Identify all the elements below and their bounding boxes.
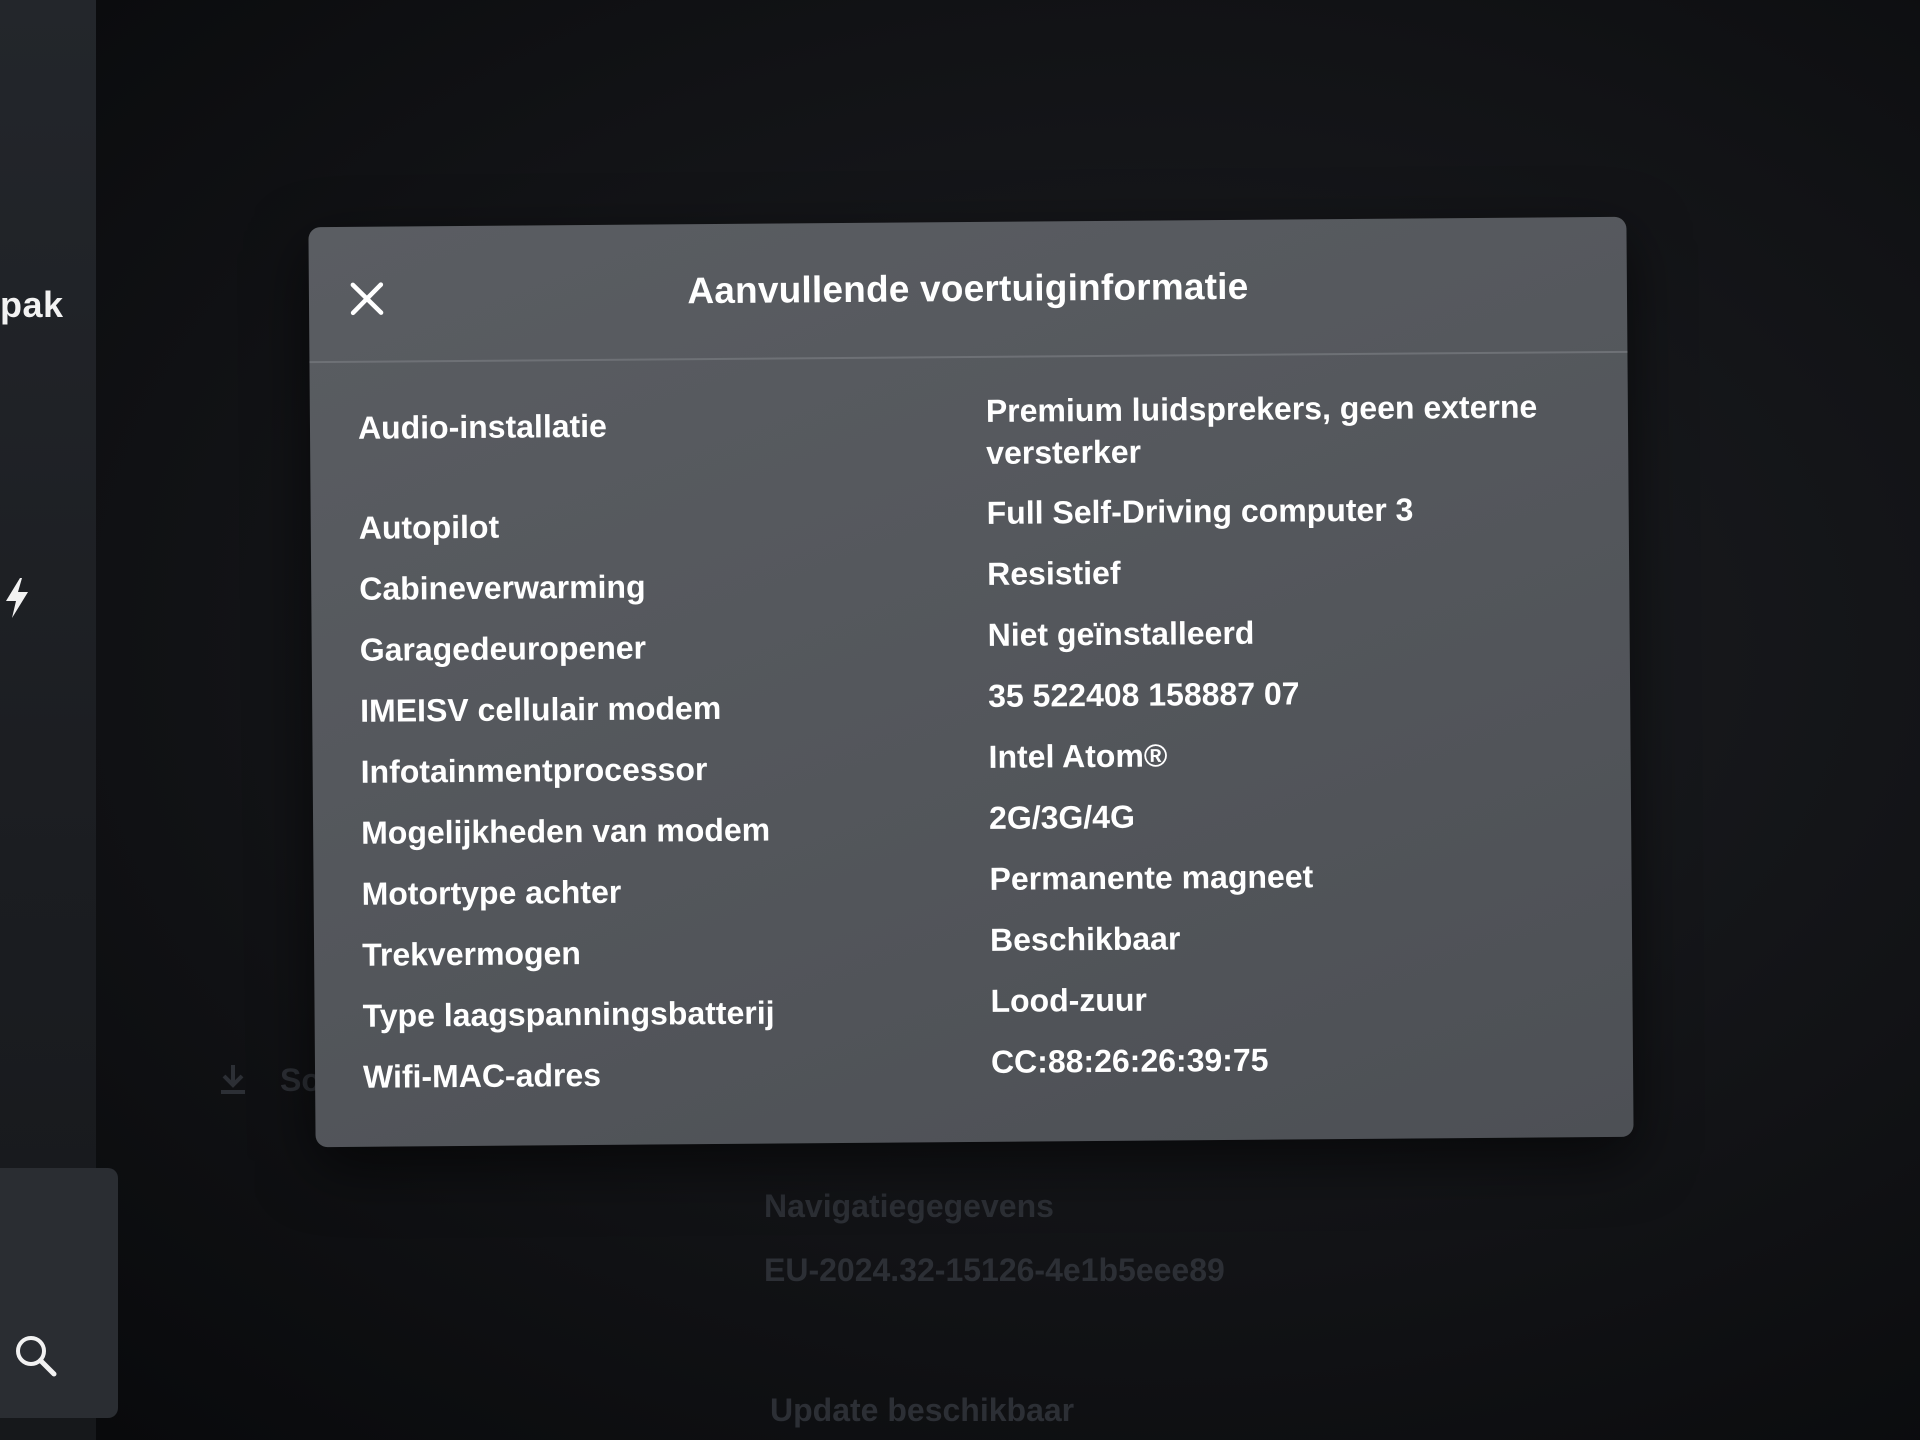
info-label-cabin-heating: Cabineverwarming [359,568,646,607]
info-row: Autopilot Full Self-Driving computer 3 [359,487,1599,558]
dialog-title: Aanvullende voertuiginformatie [687,265,1249,312]
info-label-imeisv: IMEISV cellulair modem [360,689,722,729]
info-label-rear-motor-type: Motortype achter [361,873,622,912]
search-tile[interactable] [0,1168,118,1418]
info-label-towing: Trekvermogen [361,935,582,973]
info-label-audio: Audio-installatie [357,407,608,446]
bg-navigation-value: EU-2024.32-15126-4e1b5eee89 [764,1252,1225,1288]
vehicle-screen: pak Sof Navigatiegegevens EU-2024.32-151… [0,0,1920,1440]
info-row: Audio-installatie Premium luidsprekers, … [358,385,1599,497]
info-value-garage-door: Niet geïnstalleerd [987,614,1255,653]
info-label-modem-capabilities: Mogelijkheden van modem [361,811,771,851]
info-row: Motortype achter Permanente magneet [361,853,1601,924]
download-icon [221,1065,245,1094]
lightning-bolt-icon[interactable] [4,578,30,618]
info-value-infotainment-processor: Intel Atom® [988,737,1168,775]
info-row: Mogelijkheden van modem 2G/3G/4G [361,792,1601,863]
search-icon[interactable] [12,1332,58,1378]
info-value-rear-motor-type: Permanente magneet [989,858,1314,897]
bg-navigation-label: Navigatiegegevens [764,1188,1054,1224]
dialog-header: Aanvullende voertuiginformatie [308,216,1628,364]
bg-update-label: Update beschikbaar [770,1392,1075,1428]
info-value-autopilot: Full Self-Driving computer 3 [986,491,1414,531]
info-label-autopilot: Autopilot [358,508,500,546]
info-row: Type laagspanningsbatterij Lood-zuur [362,975,1602,1046]
info-value-wifi-mac: CC:88:26:26:39:75 [990,1041,1269,1080]
info-label-garage-door: Garagedeuropener [359,629,647,668]
info-row: Cabineverwarming Resistief [359,548,1599,619]
info-value-cabin-heating: Resistief [987,554,1121,592]
vehicle-info-dialog: Aanvullende voertuiginformatie Audio-ins… [308,216,1634,1148]
info-value-imeisv: 35 522408 158887 07 [987,675,1300,714]
sidebar-partial-label[interactable]: pak [0,284,64,326]
info-value-audio: Premium luidsprekers, geen externe verst… [985,388,1538,471]
info-list: Audio-installatie Premium luidsprekers, … [358,385,1604,1107]
info-label-infotainment-processor: Infotainmentprocessor [360,751,708,790]
info-row: Garagedeuropener Niet geïnstalleerd [359,609,1599,680]
info-value-low-voltage-battery: Lood-zuur [990,981,1148,1019]
info-value-towing: Beschikbaar [989,920,1181,958]
info-row: Infotainmentprocessor Intel Atom® [360,731,1600,802]
info-value-modem-capabilities: 2G/3G/4G [988,798,1136,836]
left-sidebar: pak [0,0,118,1440]
info-row: IMEISV cellulair modem 35 522408 158887 … [360,670,1600,741]
info-label-wifi-mac: Wifi-MAC-adres [362,1056,602,1095]
info-row: Wifi-MAC-adres CC:88:26:26:39:75 [363,1036,1603,1107]
info-row: Trekvermogen Beschikbaar [362,914,1602,985]
info-label-low-voltage-battery: Type laagspanningsbatterij [362,994,775,1034]
